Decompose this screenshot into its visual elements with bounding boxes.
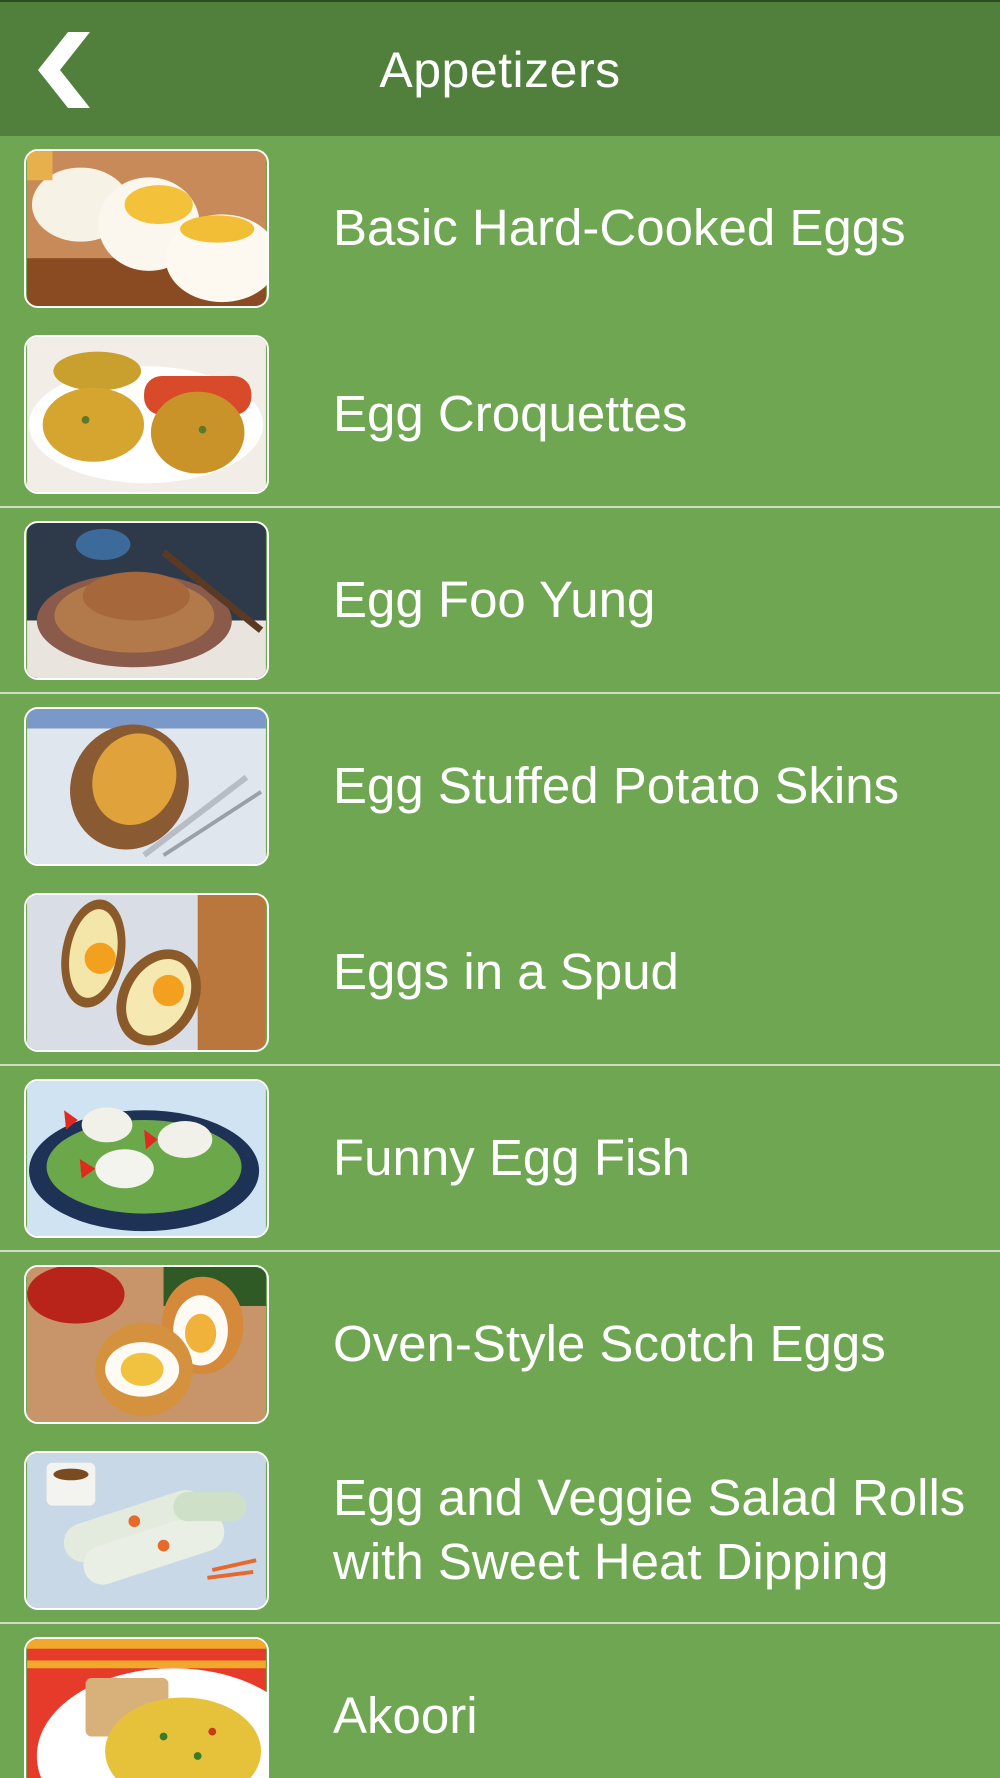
- recipe-title: Basic Hard-Cooked Eggs: [333, 199, 906, 256]
- recipe-title: Eggs in a Spud: [333, 943, 679, 1000]
- recipe-title: Funny Egg Fish: [333, 1129, 691, 1186]
- app-screen: Appetizers Basic Hard-Cooked Eggs Egg Cr…: [0, 0, 1000, 1778]
- recipe-row-oven-style-scotch-eggs[interactable]: Oven-Style Scotch Eggs: [0, 1252, 1000, 1438]
- recipe-title: Egg and Veggie Salad Rolls with Sweet He…: [333, 1469, 966, 1590]
- recipe-row-basic-hard-cooked-eggs[interactable]: Basic Hard-Cooked Eggs: [0, 136, 1000, 322]
- eggs-in-a-spud-photo: [24, 893, 269, 1052]
- page-title: Appetizers: [379, 42, 621, 98]
- recipe-row-egg-and-veggie-salad-rolls[interactable]: Egg and Veggie Salad Rolls with Sweet He…: [0, 1438, 1000, 1624]
- akoori-photo: [24, 1637, 269, 1778]
- recipe-title: Egg Croquettes: [333, 385, 688, 442]
- recipe-row-funny-egg-fish[interactable]: Funny Egg Fish: [0, 1066, 1000, 1252]
- scotch-eggs-photo: [24, 1265, 269, 1424]
- recipe-row-akoori[interactable]: Akoori: [0, 1624, 1000, 1778]
- recipe-row-eggs-in-a-spud[interactable]: Eggs in a Spud: [0, 880, 1000, 1066]
- salad-rolls-photo: [24, 1451, 269, 1610]
- recipe-list[interactable]: Basic Hard-Cooked Eggs Egg Croquettes Eg…: [0, 136, 1000, 1778]
- egg-croquettes-photo: [24, 335, 269, 494]
- recipe-row-egg-stuffed-potato-skins[interactable]: Egg Stuffed Potato Skins: [0, 694, 1000, 880]
- recipe-title: Akoori: [333, 1687, 478, 1744]
- recipe-row-egg-croquettes[interactable]: Egg Croquettes: [0, 322, 1000, 508]
- navigation-bar: Appetizers: [0, 0, 1000, 136]
- funny-egg-fish-photo: [24, 1079, 269, 1238]
- recipe-title: Egg Foo Yung: [333, 571, 656, 628]
- recipe-title: Egg Stuffed Potato Skins: [333, 757, 900, 814]
- egg-foo-yung-photo: [24, 521, 269, 680]
- hard-cooked-eggs-photo: [24, 149, 269, 308]
- recipe-row-egg-foo-yung[interactable]: Egg Foo Yung: [0, 508, 1000, 694]
- stuffed-potato-skins-photo: [24, 707, 269, 866]
- recipe-title: Oven-Style Scotch Eggs: [333, 1315, 886, 1372]
